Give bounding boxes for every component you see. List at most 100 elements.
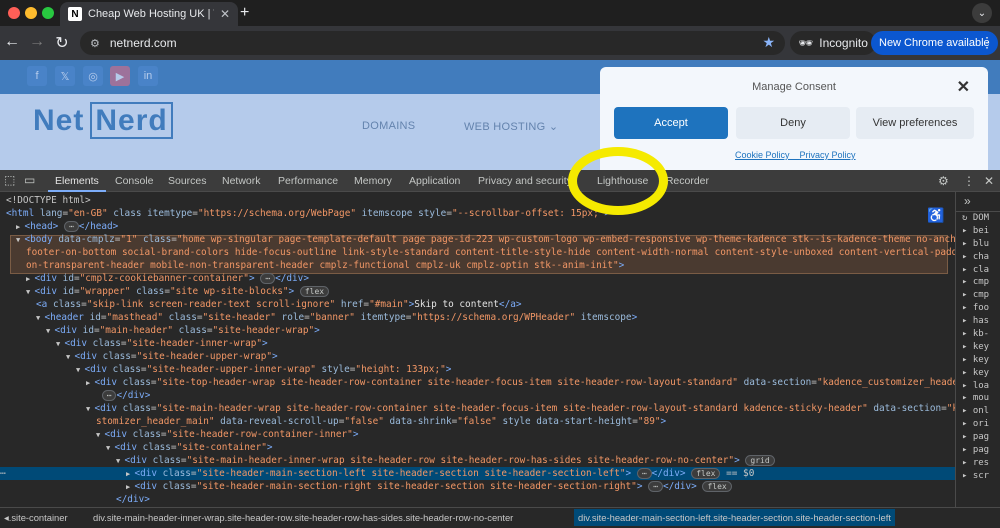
new-chrome-available-button[interactable]: New Chrome available — [871, 31, 998, 55]
reload-icon[interactable]: ↻ — [52, 33, 72, 53]
sidebar-property-item[interactable]: ▸ cmp — [956, 276, 1000, 289]
dom-node[interactable]: ▼ <div class="site-header-upper-inner-wr… — [0, 363, 955, 376]
sidebar-property-item[interactable]: ▸ cmp — [956, 289, 1000, 302]
accept-button[interactable]: Accept — [614, 107, 728, 139]
dom-node[interactable]: <!DOCTYPE html> — [0, 194, 955, 207]
dom-node[interactable]: on-transparent-header mobile-non-transpa… — [0, 259, 955, 272]
elements-dom-tree[interactable]: <!DOCTYPE html> <html lang="en-GB" class … — [0, 192, 955, 507]
dom-node[interactable]: ▼ <div class="site-header-upper-wrap"> — [0, 350, 955, 363]
dom-token: </div> — [662, 481, 697, 492]
sidebar-property-item[interactable]: ▸ ori — [956, 418, 1000, 431]
dom-badge[interactable]: flex — [702, 481, 732, 492]
sidebar-property-item[interactable]: ▸ mou — [956, 392, 1000, 405]
dom-node[interactable]: ▶ <head> ⋯ </head> — [0, 220, 955, 233]
sidebar-property-item[interactable]: ▸ loa — [956, 380, 1000, 393]
dom-node[interactable]: ▼ <body data-cmplz="1" class="home wp-si… — [0, 233, 955, 246]
tab-search-icon[interactable]: ⌄ — [972, 3, 992, 23]
device-toolbar-icon[interactable]: ▭ — [24, 173, 35, 187]
dom-node[interactable]: ▼ <div id="wrapper" class="site wp-site-… — [0, 285, 955, 298]
new-tab-icon[interactable]: + — [240, 4, 249, 22]
dom-node[interactable]: <html lang="en-GB" class itemtype="https… — [0, 207, 955, 220]
close-devtools-icon[interactable]: ✕ — [984, 174, 994, 188]
dom-node[interactable]: ⋯ </div> — [0, 389, 955, 402]
site-info-icon[interactable]: ⚙ — [90, 37, 100, 50]
browser-tab[interactable]: N Cheap Web Hosting UK | Web ✕ — [60, 2, 238, 26]
dom-badge[interactable]: ⋯ — [648, 481, 663, 492]
sidebar-property-item[interactable]: ▸ foo — [956, 302, 1000, 315]
tab-network[interactable]: Network — [222, 175, 261, 187]
sidebar-property-item[interactable]: ▸ cla — [956, 264, 1000, 277]
close-icon[interactable]: ✕ — [957, 77, 970, 97]
back-icon[interactable]: ← — [2, 33, 22, 51]
sidebar-property-item[interactable]: ▸ cha — [956, 251, 1000, 264]
tab-sources[interactable]: Sources — [168, 175, 207, 187]
sidebar-property-item[interactable]: ▸ key — [956, 367, 1000, 380]
deny-button[interactable]: Deny — [736, 107, 850, 139]
address-bar[interactable]: ⚙ netnerd.com ★ — [80, 31, 785, 55]
tab-memory[interactable]: Memory — [354, 175, 392, 187]
sidebar-property-item[interactable]: ▸ scr — [956, 470, 1000, 483]
node-actions-icon[interactable]: ⋯ — [0, 467, 6, 480]
dom-node[interactable]: ▶ <div id="cmplz-cookiebanner-container"… — [0, 272, 955, 285]
sidebar-property-item[interactable]: ↻ DOM — [956, 212, 1000, 225]
dom-badge[interactable]: flex — [691, 468, 721, 479]
dom-node[interactable]: ▼ <div class="site-header-inner-wrap"> — [0, 337, 955, 350]
close-window-button[interactable] — [8, 7, 20, 19]
tab-console[interactable]: Console — [115, 175, 154, 187]
dom-node[interactable]: ▼ <div id="main-header" class="site-head… — [0, 324, 955, 337]
sidebar-property-item[interactable]: ▸ pag — [956, 431, 1000, 444]
devtools-menu-icon[interactable]: ⋮ — [963, 174, 975, 188]
sidebar-expand-icon[interactable]: » — [956, 192, 1000, 212]
sidebar-property-item[interactable]: ▸ key — [956, 354, 1000, 367]
bookmark-star-icon[interactable]: ★ — [762, 34, 775, 51]
sidebar-property-item[interactable]: ▸ blu — [956, 238, 1000, 251]
settings-gear-icon[interactable]: ⚙ — [938, 174, 949, 188]
dom-node[interactable]: ▼ <div class="site-main-header-inner-wra… — [0, 454, 955, 467]
tab-privacy-and-security[interactable]: Privacy and security — [478, 175, 574, 187]
privacy-policy-link[interactable]: Privacy Policy — [800, 150, 856, 160]
dom-node[interactable]: ▼ <div class="site-header-row-container-… — [0, 428, 955, 441]
sidebar-property-item[interactable]: ▸ kb- — [956, 328, 1000, 341]
accessibility-tree-icon[interactable]: ♿ — [927, 207, 944, 224]
breadcrumb-site-container[interactable]: ◂.site-container — [4, 512, 68, 524]
zoom-window-button[interactable] — [42, 7, 54, 19]
dom-badge[interactable]: ⋯ — [636, 468, 652, 479]
dom-node[interactable]: ▼ <div class="site-container"> — [0, 441, 955, 454]
dom-node[interactable]: <a class="skip-link screen-reader-text s… — [0, 298, 955, 311]
sidebar-property-item[interactable]: ▸ onl — [956, 405, 1000, 418]
browser-menu-icon[interactable]: ⋮ — [980, 34, 994, 51]
dom-node[interactable]: ▼ <div class="site-main-header-wrap site… — [0, 402, 955, 415]
breadcrumb-section-left[interactable]: div.site-header-main-section-left.site-h… — [574, 509, 895, 526]
close-tab-icon[interactable]: ✕ — [220, 7, 230, 21]
dom-node[interactable]: ▶ <div class="site-top-header-wrap site-… — [0, 376, 955, 389]
dom-node[interactable]: </div> — [0, 493, 955, 506]
breadcrumb-inner-wrap[interactable]: div.site-main-header-inner-wrap.site-hea… — [93, 512, 513, 523]
dom-badge[interactable]: grid — [745, 455, 775, 466]
tab-recorder[interactable]: Recorder — [664, 175, 709, 187]
dom-node[interactable]: stomizer_header_main" data-reveal-scroll… — [0, 415, 955, 428]
dom-token: "site-header-inner-wrap" — [126, 338, 263, 349]
inspect-element-icon[interactable]: ⬚ — [4, 173, 15, 187]
minimize-window-button[interactable] — [25, 7, 37, 19]
tab-elements[interactable]: Elements — [55, 175, 99, 187]
dom-token: <div — [104, 429, 133, 440]
sidebar-property-item[interactable]: ▸ bei — [956, 225, 1000, 238]
dom-badge[interactable]: ⋯ — [260, 273, 276, 284]
sidebar-property-item[interactable]: ▸ pag — [956, 444, 1000, 457]
forward-icon[interactable]: → — [27, 33, 47, 51]
dom-badge[interactable]: flex — [299, 286, 330, 297]
dom-node[interactable]: ▼ <header id="masthead" class="site-head… — [0, 311, 955, 324]
sidebar-property-item[interactable]: ▸ has — [956, 315, 1000, 328]
sidebar-property-item[interactable]: ▸ res — [956, 457, 1000, 470]
tab-application[interactable]: Application — [409, 175, 460, 187]
dom-badge[interactable]: ⋯ — [101, 390, 117, 401]
dom-badge[interactable]: ⋯ — [63, 221, 79, 232]
cookie-policy-link[interactable]: Cookie Policy — [735, 150, 790, 160]
sidebar-property-item[interactable]: ▸ key — [956, 341, 1000, 354]
incognito-indicator[interactable]: 🕶 Incognito — [790, 31, 876, 55]
tab-performance[interactable]: Performance — [278, 175, 338, 187]
dom-node-selected[interactable]: ⋯ ▶ <div class="site-header-main-section-… — [0, 467, 955, 480]
view-preferences-button[interactable]: View preferences — [856, 107, 974, 139]
dom-node[interactable]: ▶ <div class="site-header-main-section-r… — [0, 480, 955, 493]
dom-node[interactable]: footer-on-bottom social-brand-colors hid… — [0, 246, 955, 259]
